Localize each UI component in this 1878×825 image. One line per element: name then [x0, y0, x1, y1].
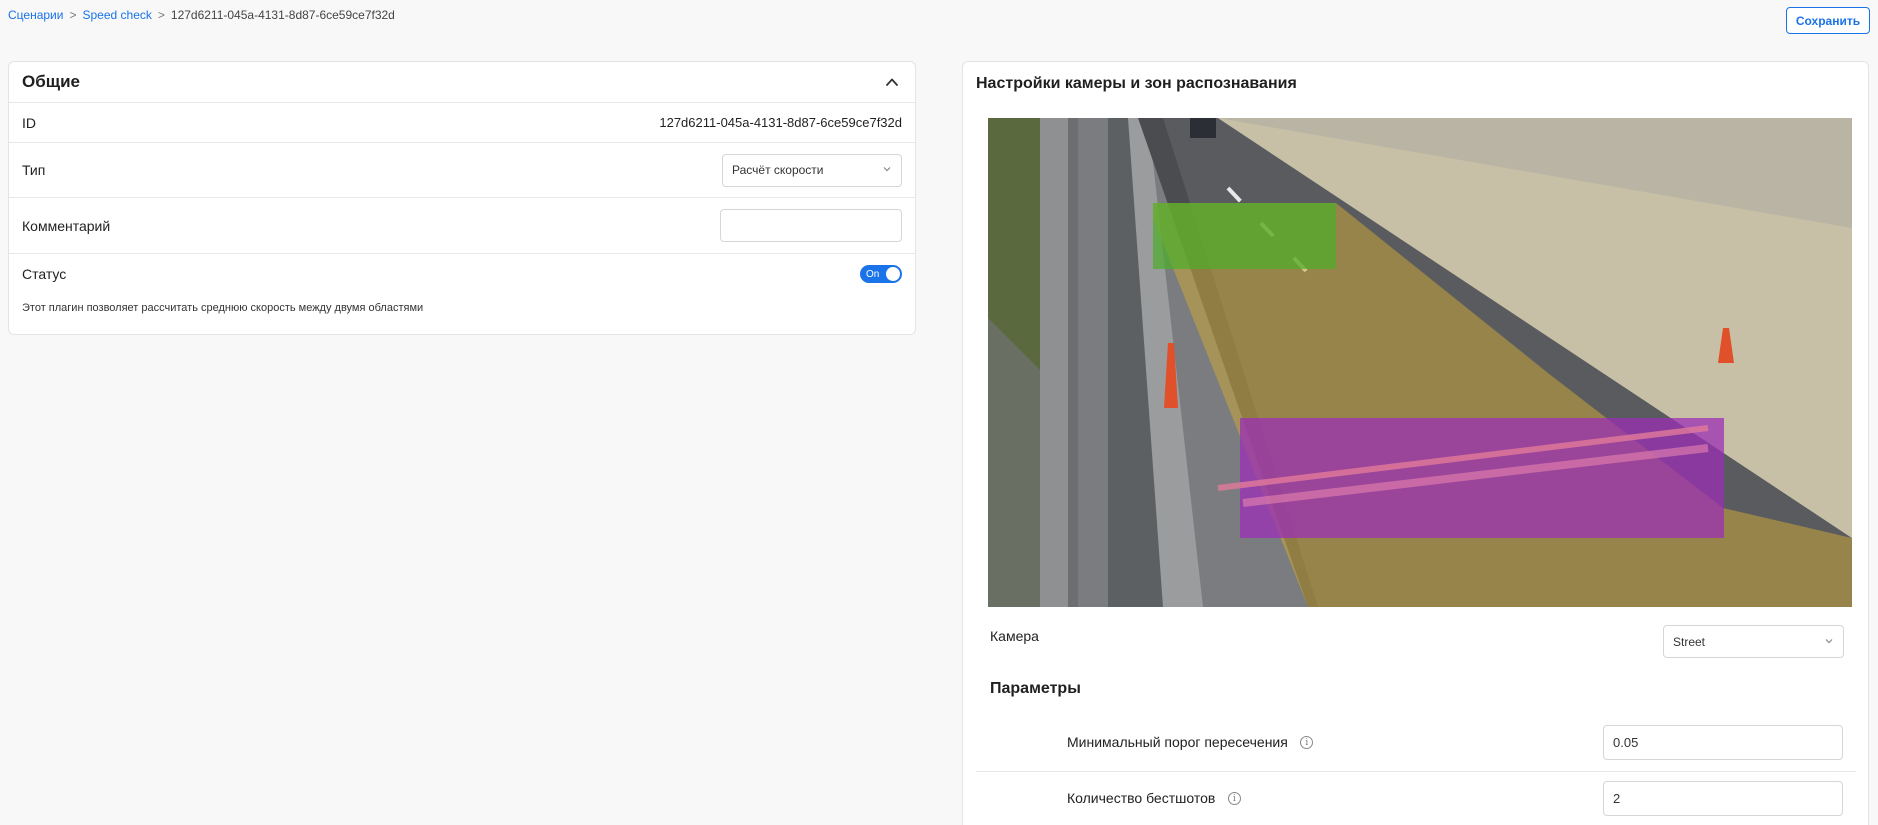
general-card-header[interactable]: Общие — [9, 62, 915, 103]
comment-label: Комментарий — [22, 217, 111, 234]
breadcrumb-separator: > — [157, 8, 165, 22]
status-label: Статус — [22, 266, 67, 282]
type-select-value: Расчёт скорости — [732, 163, 824, 177]
bestshots-input[interactable]: 2 — [1603, 781, 1843, 816]
id-value: 127d6211-045a-4131-8d87-6ce59ce7f32d — [659, 115, 902, 130]
camera-select-value: Street — [1673, 634, 1706, 649]
param-label-bestshots: Количество бестшотов — [1067, 790, 1216, 806]
plugin-description: Этот плагин позволяет рассчитать среднюю… — [22, 302, 424, 314]
type-row: Тип Расчёт скорости — [9, 143, 915, 198]
breadcrumb-link-scenarios[interactable]: Сценарии — [8, 8, 63, 22]
camera-select[interactable]: Street — [1663, 625, 1844, 658]
breadcrumb-separator: > — [69, 8, 77, 22]
info-icon[interactable]: i — [1227, 792, 1241, 806]
general-card-title: Общие — [22, 72, 80, 91]
breadcrumb-link-speed-check[interactable]: Speed check — [82, 8, 151, 22]
camera-settings-card: Настройки камеры и зон распознавания Кам… — [962, 61, 1869, 825]
type-select[interactable]: Расчёт скорости — [722, 153, 902, 187]
divider — [976, 771, 1856, 772]
camera-label: Камера — [990, 628, 1039, 644]
chevron-up-icon[interactable] — [882, 72, 902, 92]
comment-input[interactable] — [720, 209, 902, 242]
info-icon[interactable]: i — [1300, 736, 1314, 750]
params-title: Параметры — [990, 680, 1081, 697]
camera-preview[interactable] — [988, 118, 1852, 607]
toggle-knob — [886, 267, 900, 281]
comment-row: Комментарий — [9, 198, 915, 254]
camera-settings-title: Настройки камеры и зон распознавания — [976, 75, 1297, 92]
param-label-threshold: Минимальный порог пересечения — [1067, 734, 1288, 750]
status-row: Статус On — [9, 254, 915, 294]
chevron-down-icon — [1824, 635, 1834, 649]
breadcrumb-current: 127d6211-045a-4131-8d87-6ce59ce7f32d — [170, 8, 395, 22]
chevron-down-icon — [882, 163, 892, 177]
id-label: ID — [22, 114, 36, 131]
breadcrumb: Сценарии > Speed check > 127d6211-045a-4… — [8, 8, 395, 22]
id-row: ID 127d6211-045a-4131-8d87-6ce59ce7f32d — [9, 103, 915, 143]
type-label: Тип — [22, 162, 46, 178]
camera-scene — [988, 118, 1852, 607]
status-toggle[interactable]: On — [860, 265, 902, 283]
param-row-bestshots: Количество бестшотов i — [1067, 790, 1241, 808]
save-button[interactable]: Сохранить — [1786, 7, 1870, 34]
status-toggle-text: On — [866, 268, 880, 280]
threshold-input[interactable]: 0.05 — [1603, 725, 1843, 760]
general-card: Общие ID 127d6211-045a-4131-8d87-6ce59ce… — [8, 61, 916, 335]
param-row-threshold: Минимальный порог пересечения i — [1067, 734, 1314, 752]
